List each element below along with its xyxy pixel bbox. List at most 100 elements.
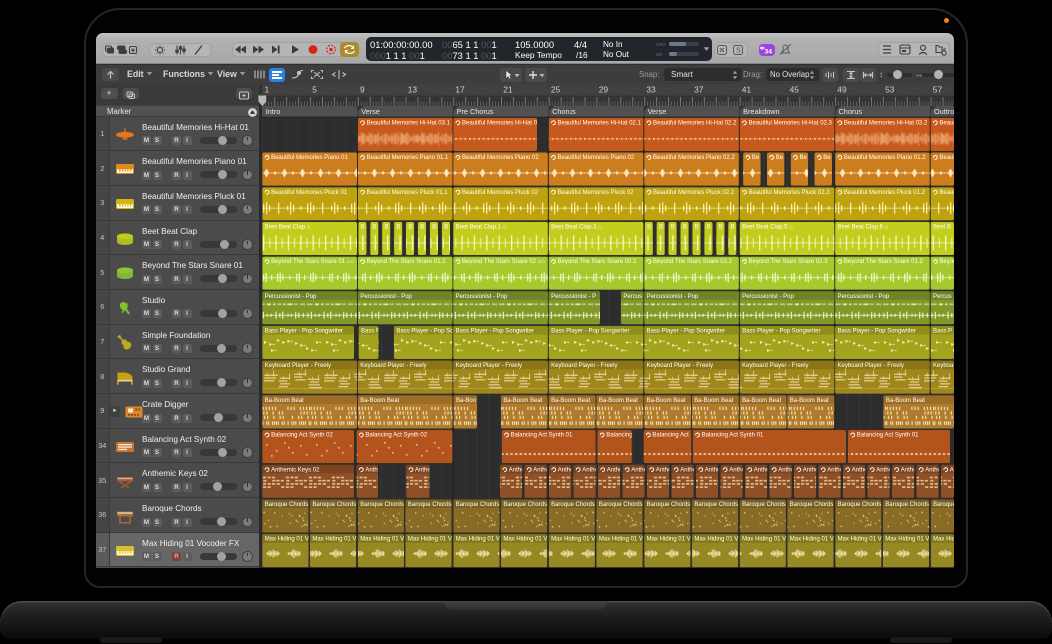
svg-text:Baroque Chords: Baroque Chords [312, 502, 356, 508]
svg-text:Ba-Boom Beat: Ba-Boom Beat [360, 398, 399, 404]
svg-text:B: B [420, 225, 424, 231]
svg-text:Balancing Act Synth 01: Balancing Act Synth 01 [857, 433, 919, 439]
svg-text:Beyond The Stars Snare 02.2: Beyond The Stars Snare 02.2 [653, 259, 733, 265]
svg-text:Max Hiding 01 V: Max Hiding 01 V [312, 537, 356, 543]
svg-text:Ba-Boom Beat: Ba-Boom Beat [886, 398, 925, 404]
svg-text:Max Hiding 01 V: Max Hiding 01 V [360, 537, 404, 543]
svg-text:B: B [659, 225, 663, 231]
svg-text:Beautiful Memories Hi-Hat 02.2: Beautiful Memories Hi-Hat 02.2 [653, 120, 737, 126]
svg-text:Keyboard Player - Freely: Keyboard Player - Freely [456, 363, 522, 369]
svg-text:Beautiful Memories Piano 01.1: Beautiful Memories Piano 01.1 [367, 155, 449, 161]
svg-text:Beyond The Stars Snare 02.1: Beyond The Stars Snare 02.1 [558, 259, 638, 265]
svg-text:Max Hiding 01 V: Max Hiding 01 V [551, 537, 595, 543]
svg-text:Beautiful Memories Piano 02: Beautiful Memories Piano 02 [462, 155, 539, 161]
svg-text:Bass Player - Pop Songwriter: Bass Player - Pop Songwriter [265, 329, 343, 335]
svg-text:Beyond The Stars Snare 02 ⌂⌂: Beyond The Stars Snare 02 ⌂⌂ [462, 259, 545, 265]
svg-text:25: 25 [551, 84, 561, 94]
svg-text:57: 57 [933, 84, 943, 94]
svg-text:5: 5 [312, 84, 317, 94]
svg-text:Ba-Boom Beat: Ba-Boom Beat [503, 398, 542, 404]
svg-text:Beet B: Beet B [933, 225, 951, 231]
svg-text:Percussionist - Pop: Percussionist - Pop [838, 294, 890, 300]
svg-text:Ba-Boom Beat: Ba-Boom Beat [694, 398, 733, 404]
svg-text:Beautiful Memories Pluck 01.1: Beautiful Memories Pluck 01.1 [367, 190, 449, 196]
svg-text:Ba-Boo: Ba-Boo [456, 398, 477, 404]
svg-text:B: B [373, 225, 377, 231]
svg-text:17: 17 [455, 84, 465, 94]
svg-text:Be: Be [800, 155, 808, 161]
svg-text:Beautiful Memories Pluck 01.2: Beautiful Memories Pluck 01.2 [844, 190, 926, 196]
svg-text:Beautiful Memories Pluck 02: Beautiful Memories Pluck 02 [462, 190, 539, 196]
svg-text:Keyboard Player - Freely: Keyboard Player - Freely [265, 363, 331, 369]
svg-text:Beyon: Beyon [939, 259, 954, 265]
svg-text:Ba-Boom Beat: Ba-Boom Beat [790, 398, 829, 404]
svg-text:Max Hiding 01 V: Max Hiding 01 V [790, 537, 834, 543]
svg-text:Chorus: Chorus [552, 107, 576, 116]
svg-text:Beet Beat Clap ⌂: Beet Beat Clap ⌂ [265, 225, 311, 231]
svg-text:Balancing Act Synth 02: Balancing Act Synth 02 [365, 433, 427, 439]
svg-text:Baroque Chords: Baroque Chords [838, 502, 882, 508]
svg-text:B: B [731, 225, 735, 231]
svg-text:Beyond The Stars Snare 01.2: Beyond The Stars Snare 01.2 [844, 259, 924, 265]
svg-text:B: B [432, 225, 436, 231]
svg-text:Percus: Percus [933, 294, 952, 300]
svg-text:Beautiful Memories Hi-Hat 03.1: Beautiful Memories Hi-Hat 03.1 [367, 120, 451, 126]
svg-text:Keyboard Player - Freely: Keyboard Player - Freely [647, 363, 713, 369]
svg-text:Balancing: Balancing [606, 433, 632, 439]
svg-text:B: B [707, 225, 711, 231]
svg-text:Beauti: Beauti [939, 190, 954, 196]
svg-text:B: B [385, 225, 389, 231]
svg-text:B: B [408, 225, 412, 231]
svg-text:Beyond The Stars Snare 02.3: Beyond The Stars Snare 02.3 [749, 259, 829, 265]
svg-text:Baroque Chords: Baroque Chords [885, 502, 929, 508]
svg-text:Baroque Chords: Baroque Chords [742, 502, 786, 508]
svg-text:Percus: Percus [623, 294, 642, 300]
svg-text:Balancing Act Synth 01: Balancing Act Synth 01 [702, 433, 764, 439]
svg-text:Percussionist - Pop: Percussionist - Pop [742, 294, 794, 300]
svg-text:Beet Beat Clap.3 ⌂: Beet Beat Clap.3 ⌂ [551, 225, 602, 231]
svg-text:B: B [647, 225, 651, 231]
svg-text:Be: Be [752, 155, 760, 161]
svg-text:53: 53 [885, 84, 895, 94]
svg-text:B: B [719, 225, 723, 231]
svg-text:Baroque Chords: Baroque Chords [599, 502, 643, 508]
svg-text:Beauti: Beauti [939, 155, 954, 161]
svg-text:Beautiful Memories Pluck 02: Beautiful Memories Pluck 02 [558, 190, 635, 196]
svg-text:Anthemic Keys 02: Anthemic Keys 02 [271, 467, 320, 473]
svg-text:Ba-Boom Beat: Ba-Boom Beat [742, 398, 781, 404]
svg-text:Beautiful Memories Hi-Hat 02.3: Beautiful Memories Hi-Hat 02.3 [749, 120, 833, 126]
svg-text:Bass Player - Pop So: Bass Player - Pop So [396, 329, 454, 335]
svg-text:Verse: Verse [361, 107, 380, 116]
svg-text:Beet Beat Clap.1 ⌂: Beet Beat Clap.1 ⌂ [456, 225, 507, 231]
svg-text:Beauti: Beauti [939, 120, 954, 126]
svg-text:1: 1 [265, 84, 270, 94]
svg-text:Percussionist - Pop: Percussionist - Pop [265, 294, 317, 300]
svg-text:Beautiful Memories Piano 01: Beautiful Memories Piano 01 [271, 155, 348, 161]
svg-text:41: 41 [742, 84, 752, 94]
svg-text:Max Hiding 01 V: Max Hiding 01 V [838, 537, 882, 543]
svg-text:Ba-Boom Beat: Ba-Boom Beat [647, 398, 686, 404]
svg-text:Keyboard Player - Freely: Keyboard Player - Freely [742, 363, 808, 369]
svg-text:Keyboard Player - Freely: Keyboard Player - Freely [838, 363, 904, 369]
svg-text:B: B [361, 225, 365, 231]
svg-text:B: B [444, 225, 448, 231]
svg-text:Beautiful Memories Pluck 02.2: Beautiful Memories Pluck 02.2 [653, 190, 735, 196]
svg-text:Bass Player - Pop Songwriter: Bass Player - Pop Songwriter [742, 329, 820, 335]
svg-text:Max Hiding 01 V: Max Hiding 01 V [503, 537, 547, 543]
svg-text:Max Hiding 01 V: Max Hiding 01 V [265, 537, 309, 543]
svg-text:Beautiful Memories Pluck 02.3: Beautiful Memories Pluck 02.3 [749, 190, 831, 196]
svg-text:Baroque Chords: Baroque Chords [360, 502, 404, 508]
svg-text:Baroque Chords: Baroque Chords [503, 502, 547, 508]
svg-text:Beautiful Memories Hi-Hat 02.1: Beautiful Memories Hi-Hat 02.1 [558, 120, 642, 126]
svg-text:Baroque Chords: Baroque Chords [933, 502, 954, 508]
svg-text:Max Hiding 01 V: Max Hiding 01 V [933, 537, 954, 543]
svg-text:33: 33 [646, 84, 656, 94]
svg-text:Be: Be [823, 155, 831, 161]
svg-text:Percussionist - P: Percussionist - P [551, 294, 596, 300]
svg-text:B: B [695, 225, 699, 231]
svg-text:Percussionist - Pop: Percussionist - Pop [360, 294, 412, 300]
svg-text:Max Hiding 01 V: Max Hiding 01 V [599, 537, 643, 543]
svg-text:B: B [683, 225, 687, 231]
svg-text:Beet Beat Clap.6 ⌂: Beet Beat Clap.6 ⌂ [838, 225, 889, 231]
svg-text:Chorus: Chorus [839, 107, 863, 116]
